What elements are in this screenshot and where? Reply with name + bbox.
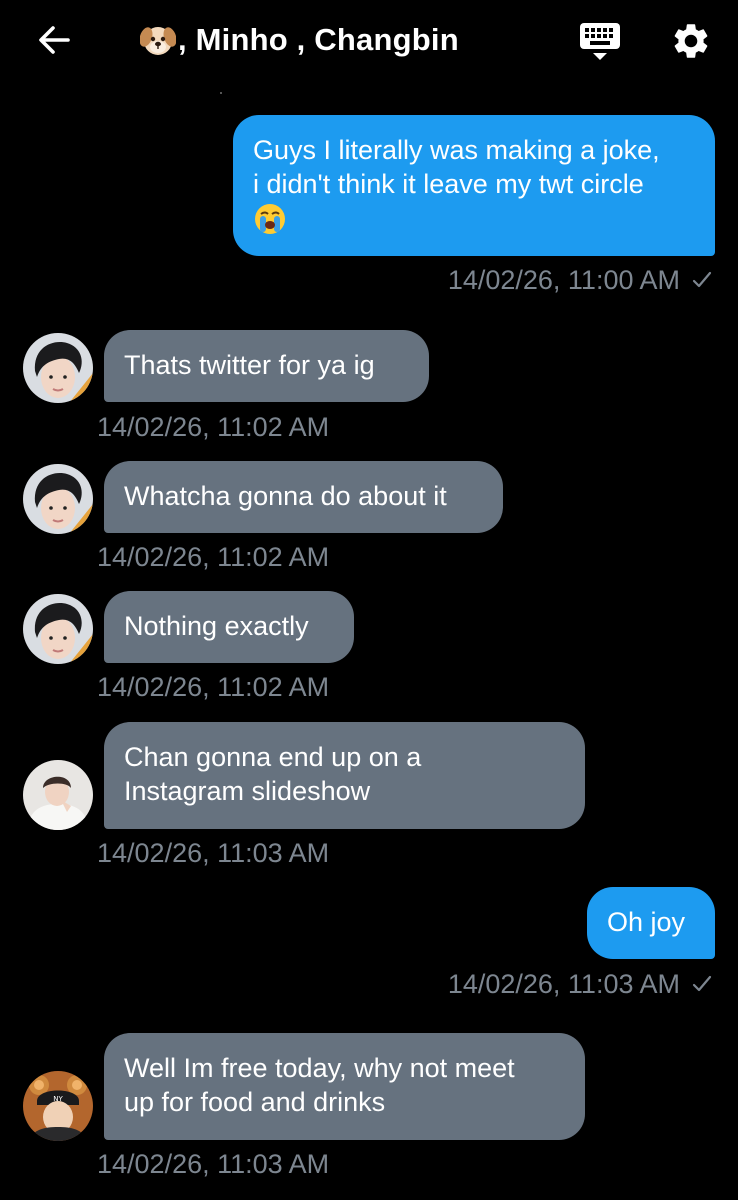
incoming-message-bubble[interactable]: Chan gonna end up on a Instagram slidesh…: [104, 722, 585, 829]
message-timestamp: 14/02/26, 11:02 AM: [97, 412, 330, 442]
message-text: Thats twitter for ya ig: [124, 350, 375, 380]
incoming-message-bubble[interactable]: Nothing exactly: [104, 591, 354, 663]
avatar[interactable]: [23, 464, 93, 534]
message-text: Nothing exactly: [124, 611, 309, 641]
loudly-crying-face-emoji-icon: [255, 204, 285, 234]
back-button[interactable]: [34, 22, 74, 58]
dog-face-emoji-icon: [140, 27, 176, 55]
message-timestamp: 14/02/26, 11:03 AM: [448, 969, 712, 1000]
message-timestamp: 14/02/26, 11:02 AM: [97, 672, 330, 702]
read-check-icon: [692, 975, 712, 992]
message-text: Whatcha gonna do about it: [124, 481, 447, 511]
avatar[interactable]: [23, 760, 93, 830]
keyboard-toggle-button[interactable]: [578, 20, 622, 62]
avatar-changbin: [23, 594, 93, 664]
message-text: Chan gonna end up on a Instagram slidesh…: [124, 742, 422, 806]
chat-header: , Minho , Changbin: [0, 0, 738, 80]
arrow-left-icon: [39, 26, 70, 54]
message-timestamp: 14/02/26, 11:00 AM: [448, 265, 712, 296]
outgoing-message-bubble[interactable]: Oh joy: [587, 887, 715, 959]
message-text: Well Im free today, why not meet up for …: [124, 1053, 515, 1117]
avatar-changbin: [23, 464, 93, 534]
message-timestamp: 14/02/26, 11:03 AM: [97, 838, 330, 868]
conversation-title[interactable]: , Minho , Changbin: [140, 18, 459, 62]
message-text: Guys I literally was making a joke, i di…: [253, 135, 660, 199]
avatar[interactable]: [23, 333, 93, 403]
avatar-bear-ears: NY: [23, 1071, 93, 1141]
incoming-message-bubble[interactable]: Thats twitter for ya ig: [104, 330, 429, 402]
incoming-message-bubble[interactable]: Whatcha gonna do about it: [104, 461, 503, 533]
settings-button[interactable]: [670, 20, 712, 62]
title-names: , Minho , Changbin: [178, 22, 459, 57]
message-text: Oh joy: [607, 907, 686, 937]
avatar[interactable]: NY: [23, 1071, 93, 1141]
message-timestamp: 14/02/26, 11:02 AM: [97, 542, 330, 572]
incoming-message-bubble[interactable]: Well Im free today, why not meet up for …: [104, 1033, 585, 1140]
scroll-indicator-dot: [220, 92, 222, 94]
keyboard-icon: [580, 23, 620, 60]
read-check-icon: [692, 271, 712, 288]
message-timestamp: 14/02/26, 11:03 AM: [97, 1149, 330, 1179]
gear-icon: [674, 24, 708, 58]
avatar-changbin: [23, 333, 93, 403]
avatar[interactable]: [23, 594, 93, 664]
outgoing-message-bubble[interactable]: Guys I literally was making a joke, i di…: [233, 115, 715, 256]
avatar-white-hoodie: [23, 760, 93, 830]
